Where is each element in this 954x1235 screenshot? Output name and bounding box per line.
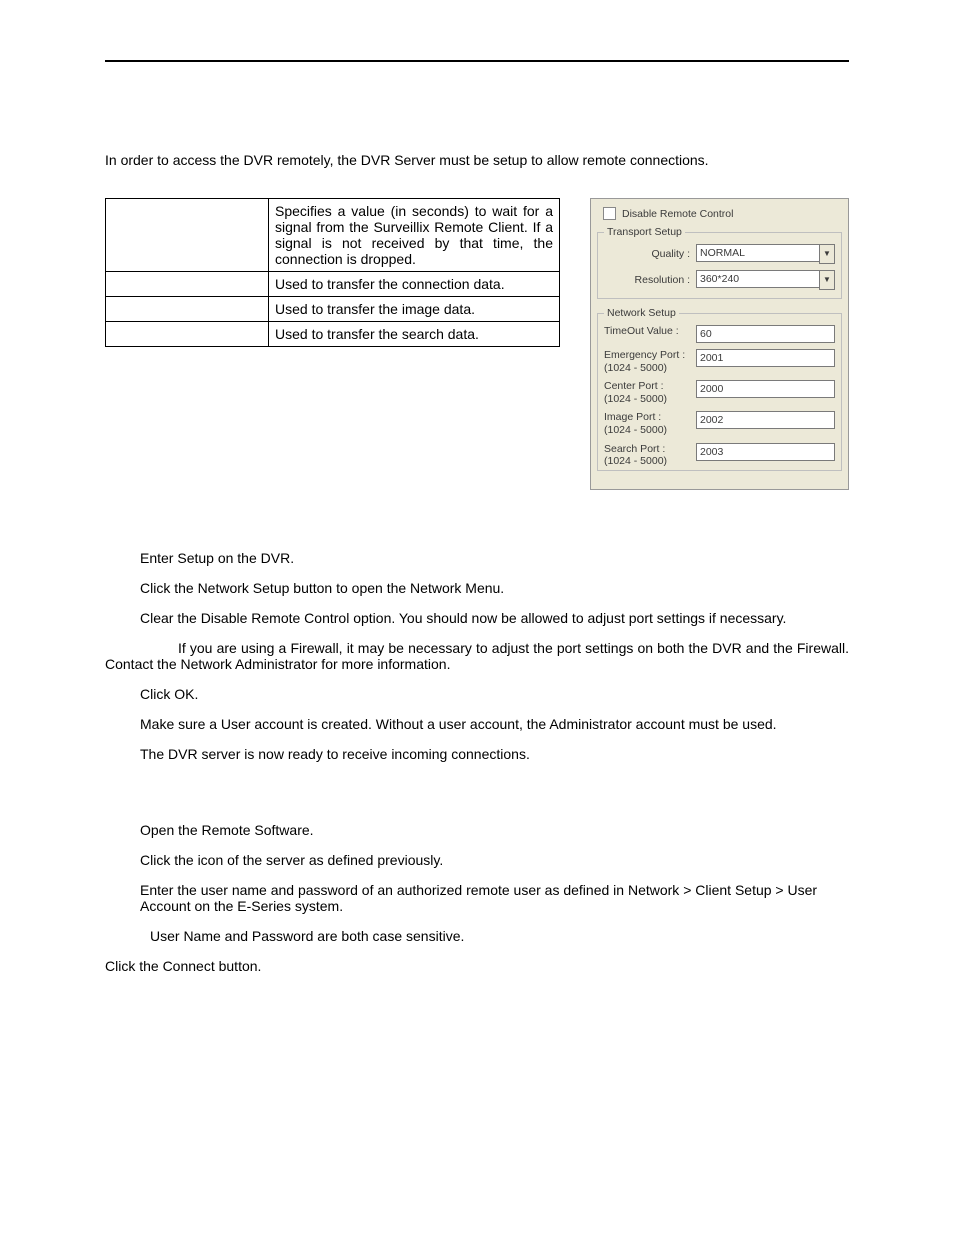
- emergency-port-input[interactable]: 2001: [696, 349, 835, 367]
- table-cell-label: [106, 297, 269, 322]
- step-text: Open the Remote Software.: [140, 822, 849, 838]
- table-row: Used to transfer the search data.: [106, 322, 560, 347]
- step-text: Clear the Disable Remote Control option.…: [140, 610, 849, 626]
- firewall-note: If you are using a Firewall, it may be n…: [105, 640, 849, 672]
- chevron-down-icon[interactable]: ▼: [819, 270, 835, 290]
- emergency-port-label: Emergency Port :(1024 - 5000): [604, 349, 696, 374]
- step-text: Enter the user name and password of an a…: [140, 882, 849, 914]
- intro-text: In order to access the DVR remotely, the…: [105, 152, 849, 168]
- transport-legend: Transport Setup: [604, 226, 685, 238]
- resolution-select[interactable]: 360*240: [696, 270, 819, 288]
- step-text: Click OK.: [140, 686, 849, 702]
- step-text: Enter Setup on the DVR.: [140, 550, 849, 566]
- image-port-input[interactable]: 2002: [696, 411, 835, 429]
- step-text: Make sure a User account is created. Wit…: [140, 716, 849, 732]
- chevron-down-icon[interactable]: ▼: [819, 244, 835, 264]
- transport-fieldset: Transport Setup Quality : NORMAL ▼ Resol…: [597, 226, 842, 299]
- settings-panel: Disable Remote Control Transport Setup Q…: [590, 198, 849, 490]
- table-cell-label: [106, 322, 269, 347]
- step-text: The DVR server is now ready to receive i…: [140, 746, 849, 762]
- table-cell-desc: Used to transfer the connection data.: [269, 272, 560, 297]
- table-cell-label: [106, 272, 269, 297]
- search-port-input[interactable]: 2003: [696, 443, 835, 461]
- quality-label: Quality :: [604, 248, 696, 260]
- case-note: User Name and Password are both case sen…: [150, 928, 849, 944]
- step-text: Click the Network Setup button to open t…: [140, 580, 849, 596]
- table-cell-desc: Used to transfer the search data.: [269, 322, 560, 347]
- disable-remote-label: Disable Remote Control: [622, 208, 733, 220]
- image-port-label: Image Port :(1024 - 5000): [604, 411, 696, 436]
- search-port-label: Search Port :(1024 - 5000): [604, 443, 696, 468]
- table-row: Used to transfer the image data.: [106, 297, 560, 322]
- timeout-label: TimeOut Value :: [604, 325, 696, 338]
- table-cell-desc: Used to transfer the image data.: [269, 297, 560, 322]
- table-cell-label: [106, 199, 269, 272]
- step-text: Click the Connect button.: [105, 958, 849, 974]
- header-rule: [105, 60, 849, 62]
- disable-remote-checkbox[interactable]: [603, 207, 616, 220]
- table-cell-desc: Specifies a value (in seconds) to wait f…: [269, 199, 560, 272]
- definitions-table: Specifies a value (in seconds) to wait f…: [105, 198, 560, 347]
- network-legend: Network Setup: [604, 307, 679, 319]
- resolution-label: Resolution :: [604, 274, 696, 286]
- step-text: Click the icon of the server as defined …: [140, 852, 849, 868]
- center-port-input[interactable]: 2000: [696, 380, 835, 398]
- network-fieldset: Network Setup TimeOut Value : 60 Emergen…: [597, 307, 842, 471]
- quality-select[interactable]: NORMAL: [696, 244, 819, 262]
- timeout-input[interactable]: 60: [696, 325, 835, 343]
- table-row: Used to transfer the connection data.: [106, 272, 560, 297]
- table-row: Specifies a value (in seconds) to wait f…: [106, 199, 560, 272]
- center-port-label: Center Port :(1024 - 5000): [604, 380, 696, 405]
